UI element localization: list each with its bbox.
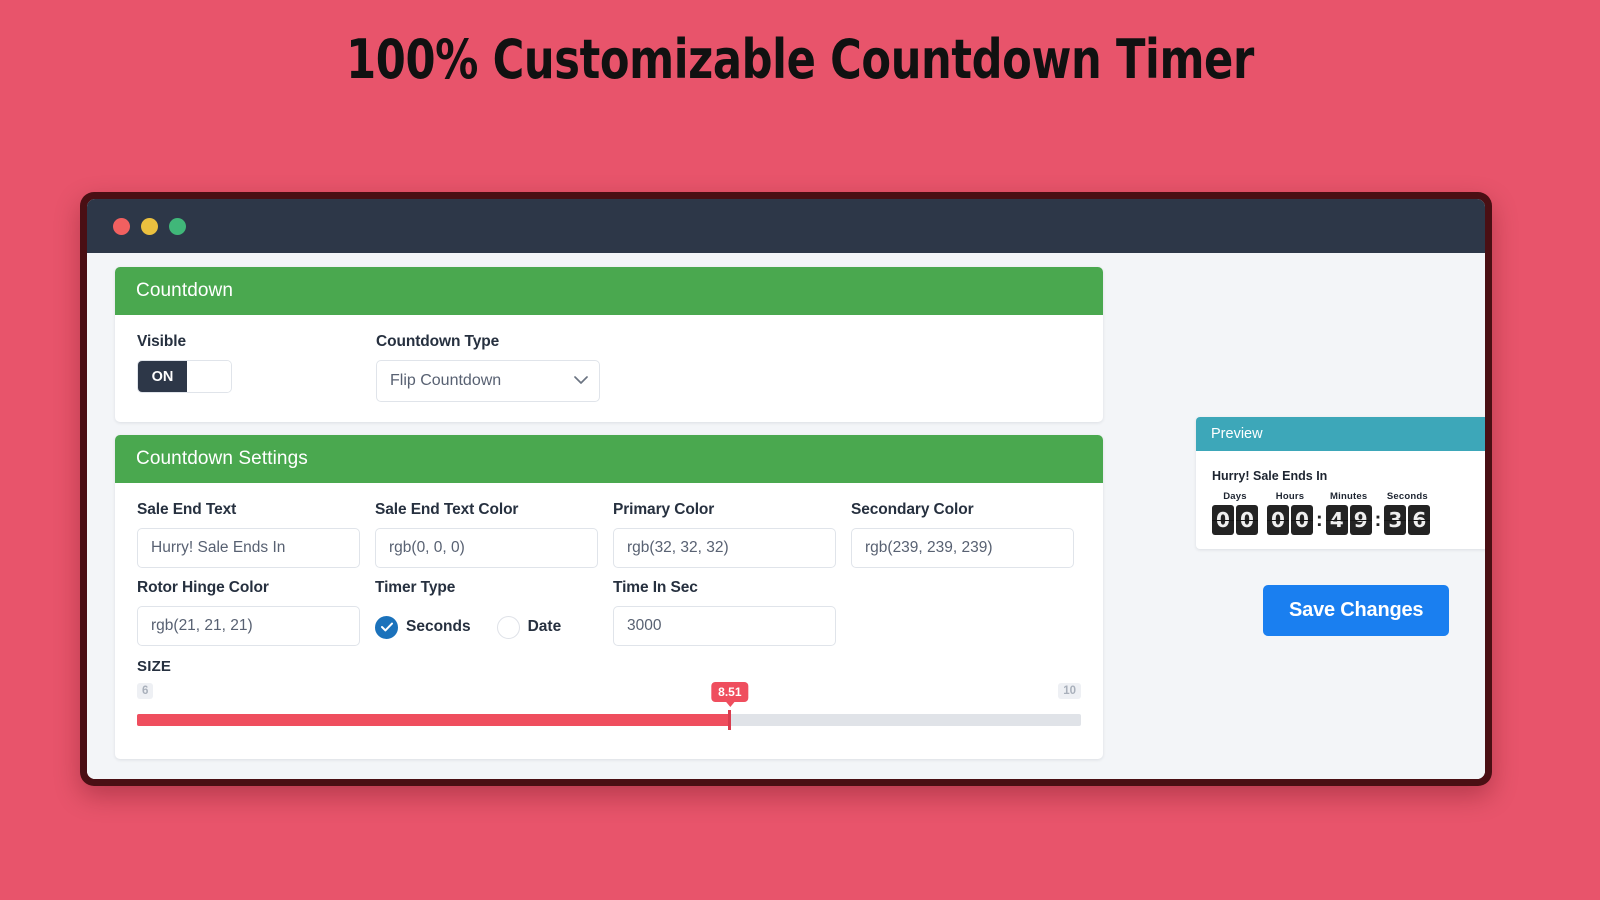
- size-slider-max: 10: [1058, 683, 1081, 699]
- flip-group-hours: Hours 0 0: [1267, 491, 1313, 535]
- flip-digits: 00: [1267, 505, 1313, 535]
- flip-digit: 0: [1267, 505, 1289, 535]
- radio-checked-icon: [375, 615, 398, 639]
- primary-color-field: Primary Color: [613, 501, 850, 568]
- window-titlebar: [87, 199, 1485, 253]
- radio-unchecked-icon: [496, 615, 520, 639]
- visible-label: Visible: [137, 333, 186, 350]
- flip-digit: 9: [1349, 505, 1372, 535]
- secondary-color-input[interactable]: [851, 528, 1074, 568]
- timer-type-field: Timer Type Seconds Date: [375, 579, 612, 648]
- rotor-hinge-color-input[interactable]: [137, 606, 360, 646]
- time-in-sec-label: Time In Sec: [613, 579, 698, 596]
- flip-digit: 0: [1212, 505, 1234, 535]
- settings-column: Countdown Visible ON Countdown Type Flip…: [115, 267, 1103, 779]
- sale-end-text-color-field: Sale End Text Color: [375, 501, 612, 568]
- settings-empty-cell: [851, 579, 1088, 648]
- countdown-type-field: Countdown Type Flip Countdown: [376, 333, 600, 402]
- secondary-color-field: Secondary Color: [851, 501, 1088, 568]
- flip-group-minutes: Minutes 4 9: [1325, 491, 1372, 535]
- flip-digit: 3: [1384, 505, 1407, 535]
- countdown-card-header: Countdown: [115, 267, 1103, 315]
- preview-card: Preview Hurry! Sale Ends In Days 0 0 Hours 0…: [1196, 417, 1485, 549]
- window-content: Countdown Visible ON Countdown Type Flip…: [87, 253, 1485, 779]
- visible-field: Visible ON: [137, 333, 376, 402]
- flip-digit: 0: [1291, 505, 1313, 535]
- preview-sale-text: Hurry! Sale Ends In: [1212, 469, 1328, 483]
- countdown-settings-body: Sale End Text Sale End Text Color Primar…: [115, 483, 1103, 759]
- preview-column: Preview Hurry! Sale Ends In Days 0 0 Hours 0…: [1103, 267, 1485, 779]
- size-slider-value-bubble: 8.51: [711, 682, 749, 702]
- flip-group-label: Seconds: [1386, 491, 1428, 502]
- size-slider-handle[interactable]: [728, 710, 732, 730]
- flip-digit: 4: [1325, 505, 1348, 535]
- flip-digits: 36: [1384, 505, 1431, 535]
- time-in-sec-input[interactable]: [613, 606, 836, 646]
- visible-toggle-state: ON: [138, 361, 187, 392]
- rotor-hinge-color-label: Rotor Hinge Color: [137, 579, 269, 596]
- countdown-card-body: Visible ON Countdown Type Flip Countdown: [115, 315, 1103, 422]
- sale-end-text-input[interactable]: [137, 528, 360, 568]
- size-slider[interactable]: 6 10 8.51: [137, 682, 1081, 739]
- close-window-icon[interactable]: [113, 217, 130, 235]
- timer-type-date-label: Date: [527, 618, 562, 635]
- timer-type-label: Timer Type: [375, 579, 456, 596]
- flip-group-days: Days 0 0: [1212, 491, 1258, 535]
- countdown-type-select[interactable]: Flip Countdown: [376, 360, 600, 402]
- primary-color-label: Primary Color: [613, 501, 715, 518]
- countdown-settings-card: Countdown Settings Sale End Text Sale En…: [115, 435, 1103, 759]
- sale-end-text-label: Sale End Text: [137, 501, 237, 518]
- preview-body: Hurry! Sale Ends In Days 0 0 Hours 0 0: Minute…: [1196, 451, 1485, 549]
- flip-digit: 6: [1408, 505, 1431, 535]
- sale-end-text-color-input[interactable]: [375, 528, 598, 568]
- time-in-sec-field: Time In Sec: [613, 579, 850, 648]
- flip-separator: :: [1374, 509, 1382, 531]
- countdown-settings-header: Countdown Settings: [115, 435, 1103, 483]
- flip-group-label: Minutes: [1330, 491, 1368, 502]
- timer-type-seconds-label: Seconds: [406, 618, 471, 635]
- flip-group-label: Days: [1223, 491, 1247, 502]
- flip-digits: 00: [1212, 505, 1258, 535]
- sale-end-text-field: Sale End Text: [137, 501, 374, 568]
- maximize-window-icon[interactable]: [169, 217, 186, 235]
- size-slider-track[interactable]: [137, 710, 1081, 730]
- countdown-card: Countdown Visible ON Countdown Type Flip…: [115, 267, 1103, 422]
- minimize-window-icon[interactable]: [141, 217, 158, 235]
- browser-window: Countdown Visible ON Countdown Type Flip…: [80, 192, 1492, 786]
- preview-header: Preview: [1196, 417, 1485, 451]
- timer-type-option-date[interactable]: Date: [496, 615, 562, 639]
- size-slider-min: 6: [137, 683, 154, 699]
- rotor-hinge-color-field: Rotor Hinge Color: [137, 579, 374, 648]
- flip-group-label: Hours: [1275, 491, 1305, 502]
- secondary-color-label: Secondary Color: [851, 501, 974, 518]
- countdown-type-label: Countdown Type: [376, 333, 500, 350]
- size-slider-fill: [137, 714, 730, 726]
- sale-end-text-color-label: Sale End Text Color: [375, 501, 519, 518]
- window-inner: Countdown Visible ON Countdown Type Flip…: [87, 199, 1485, 779]
- flip-digit: 0: [1236, 505, 1258, 535]
- flip-group-seconds: Seconds 3 6: [1384, 491, 1431, 535]
- size-label: SIZE: [137, 658, 172, 675]
- save-changes-button[interactable]: Save Changes: [1263, 585, 1450, 636]
- flip-digits: 49: [1325, 505, 1372, 535]
- primary-color-input[interactable]: [613, 528, 836, 568]
- visible-toggle-track: [187, 361, 231, 392]
- flip-countdown: Days 0 0 Hours 0 0: Minutes 4 9: Seconds 3 6: [1212, 491, 1477, 535]
- timer-type-option-seconds[interactable]: Seconds: [375, 615, 471, 639]
- page-title: 100% Customizable Countdown Timer: [346, 28, 1254, 91]
- flip-separator: :: [1316, 509, 1323, 531]
- visible-toggle[interactable]: ON: [137, 360, 232, 393]
